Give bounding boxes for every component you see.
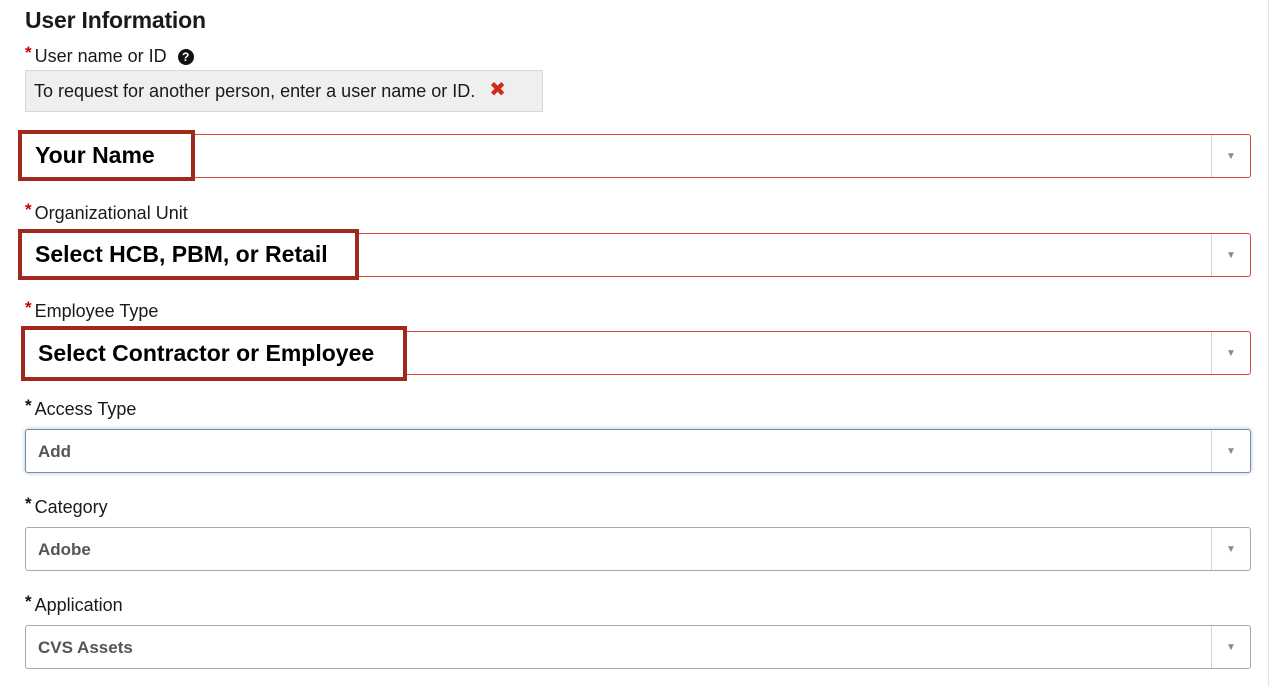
chevron-down-icon[interactable]: ▼ bbox=[1211, 332, 1250, 374]
user-name-hint-text: To request for another person, enter a u… bbox=[34, 80, 476, 101]
question-circle-icon[interactable]: ? bbox=[177, 49, 194, 65]
access-type-label: * Access Type bbox=[25, 396, 137, 420]
category-select[interactable]: Adobe ▼ bbox=[25, 527, 1251, 571]
application-value: CVS Assets bbox=[38, 638, 133, 657]
close-x-icon[interactable]: ✖ bbox=[489, 77, 506, 102]
user-information-form: User Information * User name or ID ? To … bbox=[0, 0, 1280, 686]
access-type-label-text: Access Type bbox=[34, 399, 137, 419]
employee-type-label-text: Employee Type bbox=[34, 301, 159, 321]
required-marker: * bbox=[25, 200, 32, 219]
user-name-label-text: User name or ID bbox=[34, 46, 167, 66]
category-value: Adobe bbox=[38, 540, 91, 559]
chevron-down-icon[interactable]: ▼ bbox=[1211, 234, 1250, 276]
required-marker: * bbox=[25, 494, 32, 513]
org-unit-callout: Select HCB, PBM, or Retail bbox=[18, 229, 359, 280]
page-right-divider bbox=[1268, 0, 1269, 686]
application-select[interactable]: CVS Assets ▼ bbox=[25, 625, 1251, 669]
chevron-down-icon[interactable]: ▼ bbox=[1211, 430, 1250, 472]
access-type-value: Add bbox=[38, 442, 72, 461]
required-marker: * bbox=[25, 592, 32, 611]
application-label-text: Application bbox=[34, 595, 123, 615]
user-name-select[interactable]: ▼ bbox=[25, 134, 1251, 178]
user-name-callout: Your Name bbox=[18, 130, 195, 181]
employee-type-label: * Employee Type bbox=[25, 298, 159, 322]
section-title: User Information bbox=[25, 7, 206, 33]
user-name-hint: To request for another person, enter a u… bbox=[25, 70, 543, 112]
org-unit-label: * Organizational Unit bbox=[25, 200, 188, 224]
category-label-text: Category bbox=[34, 497, 108, 517]
required-marker: * bbox=[25, 43, 32, 62]
chevron-down-icon[interactable]: ▼ bbox=[1211, 135, 1250, 177]
user-name-label: * User name or ID ? bbox=[25, 43, 194, 67]
org-unit-label-text: Organizational Unit bbox=[34, 203, 188, 223]
employee-type-callout: Select Contractor or Employee bbox=[21, 326, 407, 381]
chevron-down-icon[interactable]: ▼ bbox=[1211, 626, 1250, 668]
access-type-select[interactable]: Add ▼ bbox=[25, 429, 1251, 473]
required-marker: * bbox=[25, 298, 32, 317]
required-marker: * bbox=[25, 396, 32, 415]
category-label: * Category bbox=[25, 494, 108, 518]
chevron-down-icon[interactable]: ▼ bbox=[1211, 528, 1250, 570]
application-label: * Application bbox=[25, 592, 123, 616]
